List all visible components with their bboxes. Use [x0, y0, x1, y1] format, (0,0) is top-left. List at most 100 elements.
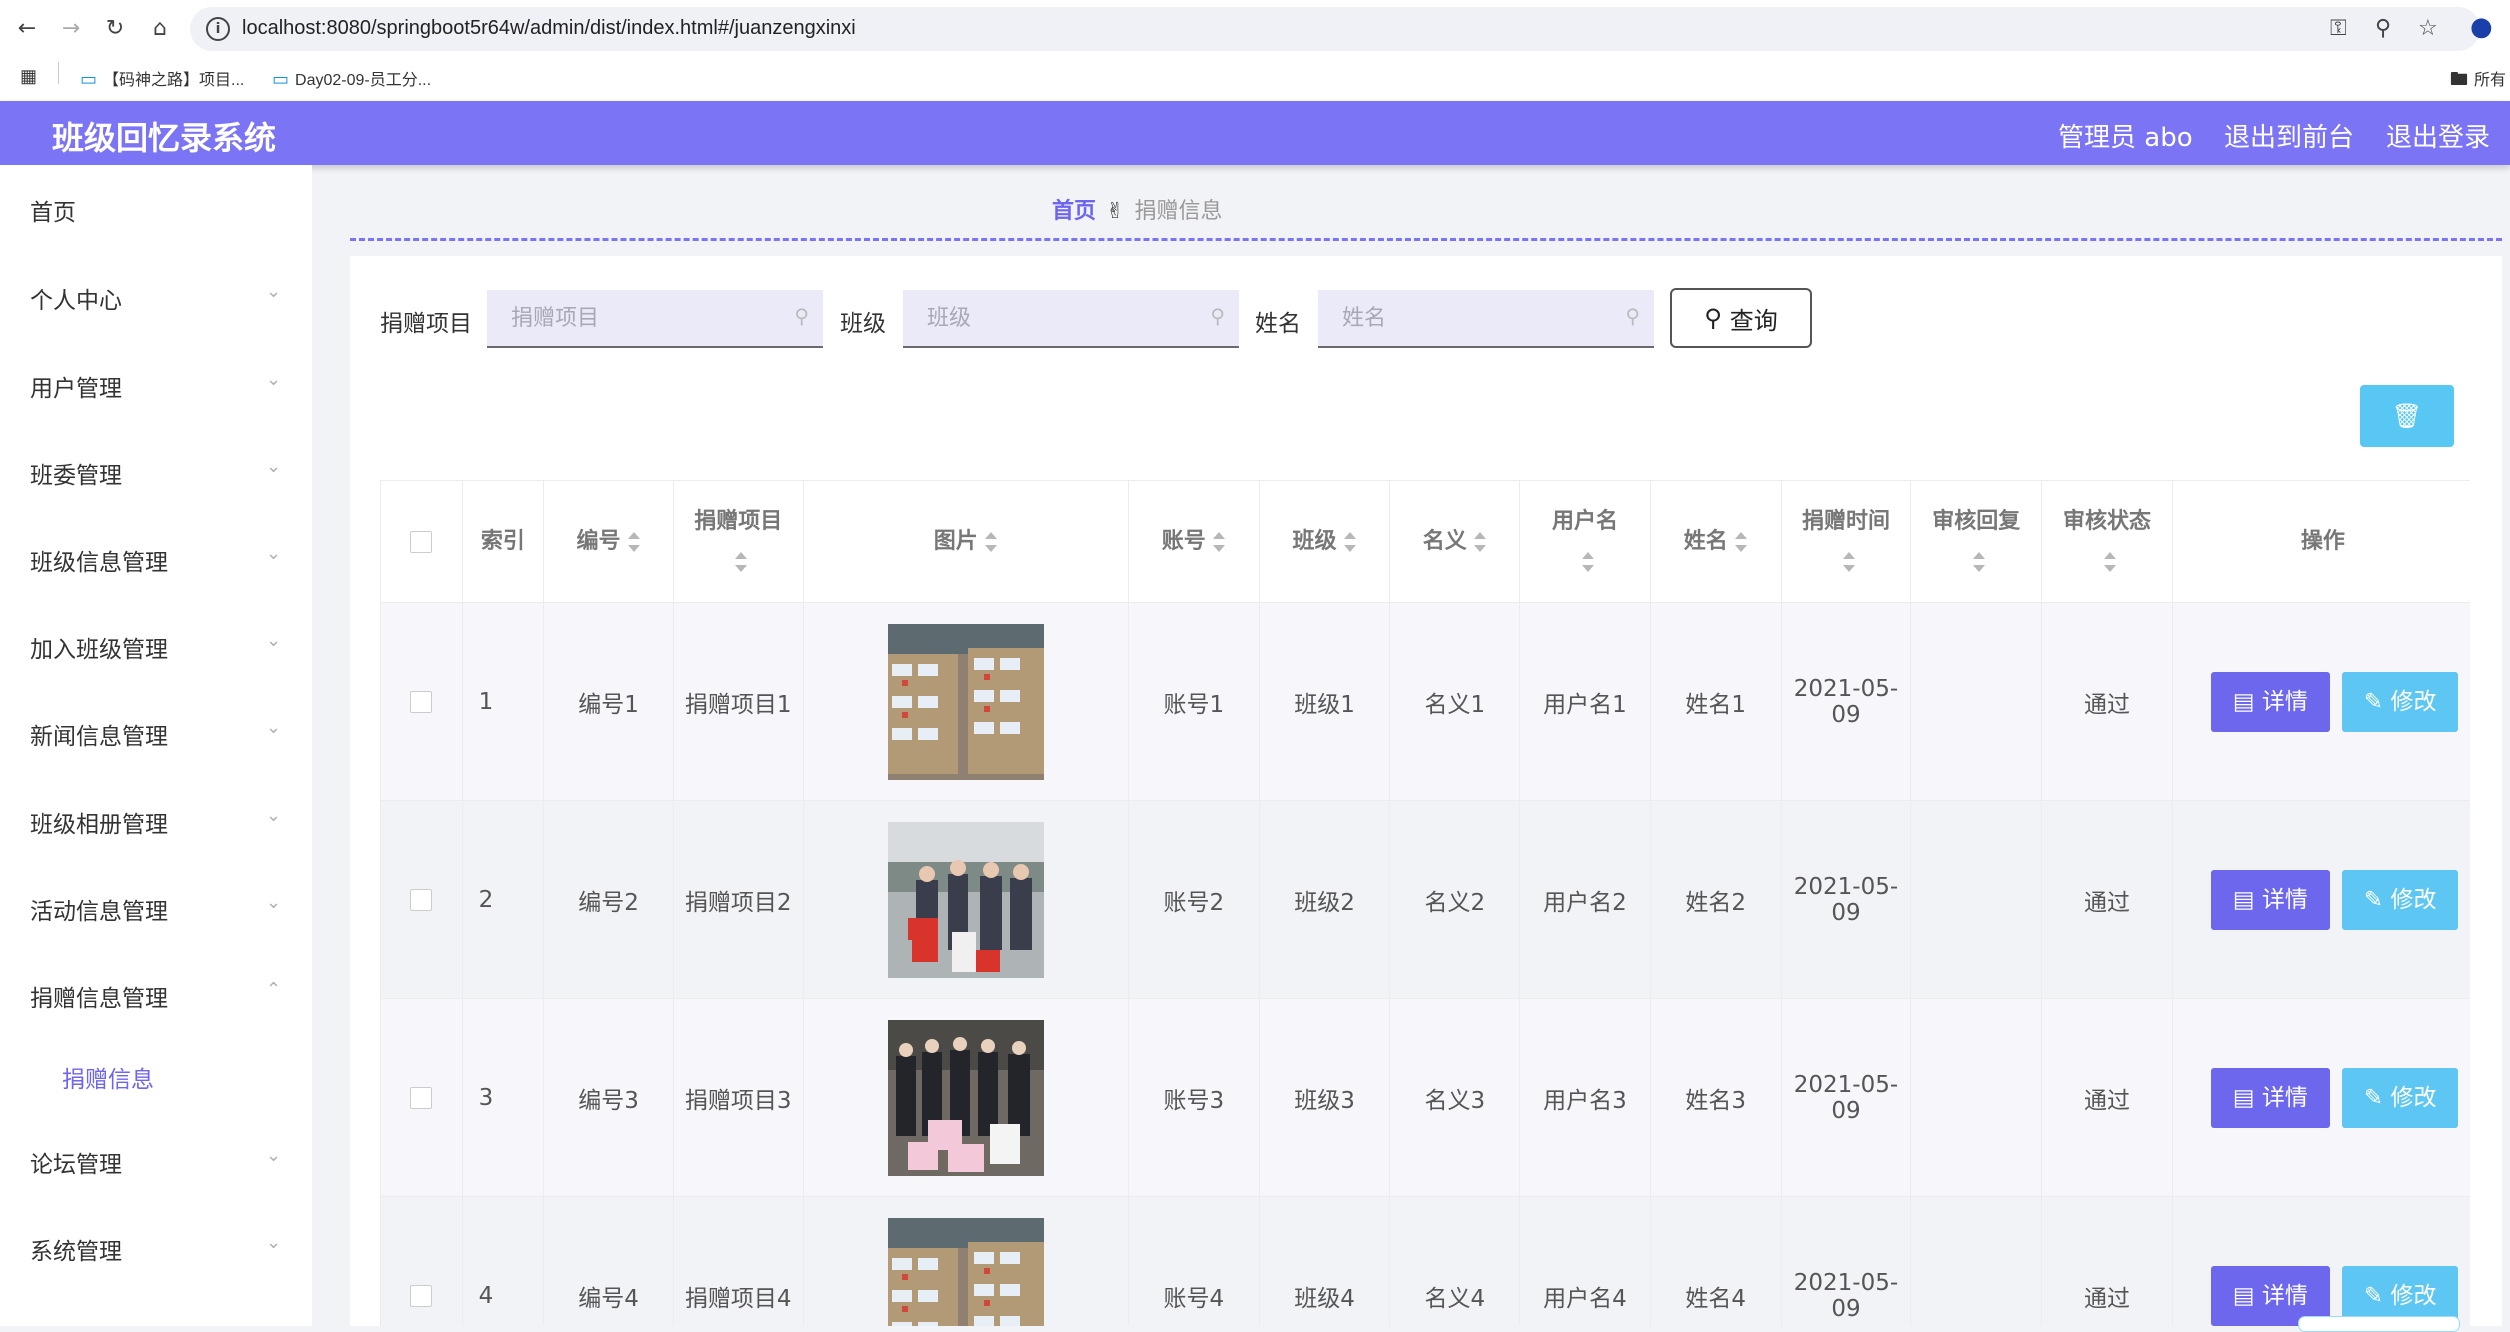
site-info-icon[interactable]: i	[206, 17, 230, 41]
col-reply[interactable]: 审核回复	[1910, 480, 2043, 603]
chevron-down-icon: ⌄	[266, 1232, 282, 1253]
row-select-cell	[380, 1196, 463, 1326]
col-time[interactable]: 捐赠时间	[1780, 480, 1912, 603]
cell-index: 3	[461, 998, 545, 1197]
sidebar-item-user-mgmt[interactable]: 用户管理 ⌄	[0, 355, 312, 415]
col-class[interactable]: 班级	[1258, 480, 1391, 603]
batch-delete-button[interactable]: 🗑	[2360, 385, 2454, 447]
row-select-cell	[380, 800, 463, 999]
logout-link[interactable]: 退出登录	[2386, 117, 2490, 154]
sort-icon[interactable]	[2103, 551, 2117, 573]
home-icon[interactable]: ⌂	[145, 14, 175, 44]
pencil-icon: ✎	[2363, 886, 2384, 913]
edit-button[interactable]: ✎ 修改	[2341, 671, 2459, 732]
zoom-icon[interactable]: ⚲	[2375, 16, 2391, 41]
sort-icon[interactable]	[1734, 531, 1748, 553]
document-icon: ▤	[2232, 886, 2255, 913]
sidebar-item-class-info-mgmt[interactable]: 班级信息管理 ⌄	[0, 529, 312, 589]
sidebar-item-news-mgmt[interactable]: 新闻信息管理 ⌄	[0, 703, 312, 763]
app-header: 班级回忆录系统 管理员 abo 退出到前台 退出登录	[0, 101, 2510, 165]
sidebar-subitem-donation-info[interactable]: 捐赠信息	[0, 1046, 312, 1106]
detail-button[interactable]: ▤ 详情	[2210, 671, 2330, 732]
project-search-input[interactable]	[487, 290, 781, 346]
col-alias[interactable]: 名义	[1389, 480, 1521, 603]
col-status[interactable]: 审核状态	[2041, 480, 2173, 603]
sidebar-item-system-mgmt[interactable]: 系统管理 ⌄	[0, 1218, 312, 1278]
donation-photo[interactable]	[887, 1019, 1044, 1176]
col-number[interactable]: 编号	[543, 480, 674, 603]
apps-grid-icon[interactable]: ▦	[20, 66, 37, 87]
detail-button[interactable]: ▤ 详情	[2210, 869, 2330, 930]
sidebar-item-donation-mgmt[interactable]: 捐赠信息管理 ⌃	[0, 965, 312, 1025]
donation-photo[interactable]	[887, 821, 1044, 978]
reload-icon[interactable]: ↻	[100, 14, 130, 44]
row-select-cell	[380, 602, 463, 801]
col-project[interactable]: 捐赠项目	[672, 480, 804, 603]
url-text[interactable]: localhost:8080/springboot5r64w/admin/dis…	[242, 17, 856, 40]
sidebar-item-committee-mgmt[interactable]: 班委管理 ⌄	[0, 442, 312, 502]
horizontal-scrollbar[interactable]	[2298, 1316, 2460, 1332]
donation-photo[interactable]	[887, 1217, 1044, 1326]
profile-icon[interactable]: ●	[2470, 12, 2493, 42]
sort-icon[interactable]	[1343, 531, 1357, 553]
project-search: ⚲	[487, 290, 823, 348]
forward-icon[interactable]: →	[56, 14, 86, 44]
cell-username: 用户名3	[1519, 998, 1651, 1197]
chevron-down-icon: ⌄	[266, 543, 282, 564]
row-checkbox[interactable]	[410, 1285, 433, 1307]
sort-icon[interactable]	[984, 531, 998, 553]
back-to-front-link[interactable]: 退出到前台	[2224, 117, 2354, 154]
sort-icon[interactable]	[1581, 551, 1595, 573]
cell-project: 捐赠项目1	[672, 602, 804, 801]
cell-status: 通过	[2041, 998, 2173, 1197]
trash-icon: 🗑	[2391, 402, 2423, 430]
detail-button[interactable]: ▤ 详情	[2210, 1067, 2330, 1128]
donation-photo[interactable]	[887, 623, 1044, 780]
row-checkbox[interactable]	[410, 1087, 433, 1109]
col-image[interactable]: 图片	[802, 480, 1129, 603]
address-bar[interactable]: i localhost:8080/springboot5r64w/admin/d…	[190, 7, 2480, 51]
sidebar-item-forum-mgmt[interactable]: 论坛管理 ⌄	[0, 1131, 312, 1191]
query-button[interactable]: ⚲ 查询	[1670, 288, 1812, 348]
cell-username: 用户名1	[1519, 602, 1651, 801]
sidebar-item-home[interactable]: 首页	[0, 179, 312, 239]
sidebar-item-activity-mgmt[interactable]: 活动信息管理 ⌄	[0, 878, 312, 938]
edit-button[interactable]: ✎ 修改	[2341, 869, 2459, 930]
sidebar-item-personal-center[interactable]: 个人中心 ⌄	[0, 267, 312, 327]
chevron-down-icon: ⌄	[266, 892, 282, 913]
bookmark-item[interactable]: ▭ 【码神之路】项目...	[80, 66, 244, 90]
cell-reply	[1910, 998, 2043, 1197]
sort-icon[interactable]	[1212, 531, 1226, 553]
cell-reply	[1910, 800, 2043, 999]
bookmark-item[interactable]: ▭ Day02-09-员工分...	[272, 66, 431, 90]
sidebar-item-album-mgmt[interactable]: 班级相册管理 ⌄	[0, 791, 312, 851]
breadcrumb-home[interactable]: 首页	[1052, 199, 1096, 224]
sort-icon[interactable]	[1842, 551, 1856, 573]
sidebar-item-join-class-mgmt[interactable]: 加入班级管理 ⌄	[0, 616, 312, 676]
row-checkbox[interactable]	[410, 889, 433, 911]
bookmark-star-icon[interactable]: ☆	[2418, 16, 2438, 41]
sort-icon[interactable]	[627, 531, 641, 553]
col-name[interactable]: 姓名	[1649, 480, 1782, 603]
select-all-checkbox[interactable]	[410, 530, 433, 553]
cell-image	[802, 800, 1129, 999]
back-icon[interactable]: ←	[12, 14, 42, 44]
class-search-input[interactable]	[903, 290, 1197, 346]
password-key-icon[interactable]: ⚿	[2330, 16, 2347, 41]
row-checkbox[interactable]	[410, 691, 433, 713]
sort-icon[interactable]	[734, 551, 748, 573]
name-search: ⚲	[1318, 290, 1654, 348]
cell-time: 2021-05-09	[1780, 800, 1912, 999]
name-search-input[interactable]	[1318, 290, 1612, 346]
cell-name: 姓名1	[1649, 602, 1782, 801]
edit-button[interactable]: ✎ 修改	[2341, 1067, 2459, 1128]
all-bookmarks[interactable]: 🖿 所有	[2450, 66, 2506, 97]
folder-icon: 🖿	[2450, 69, 2468, 89]
col-account[interactable]: 账号	[1127, 480, 1260, 603]
cell-time: 2021-05-09	[1780, 1196, 1912, 1326]
sort-icon[interactable]	[1972, 551, 1986, 573]
col-username[interactable]: 用户名	[1519, 480, 1651, 603]
pencil-icon: ✎	[2363, 688, 2384, 715]
sort-icon[interactable]	[1473, 531, 1487, 553]
search-icon: ⚲	[1625, 304, 1640, 328]
